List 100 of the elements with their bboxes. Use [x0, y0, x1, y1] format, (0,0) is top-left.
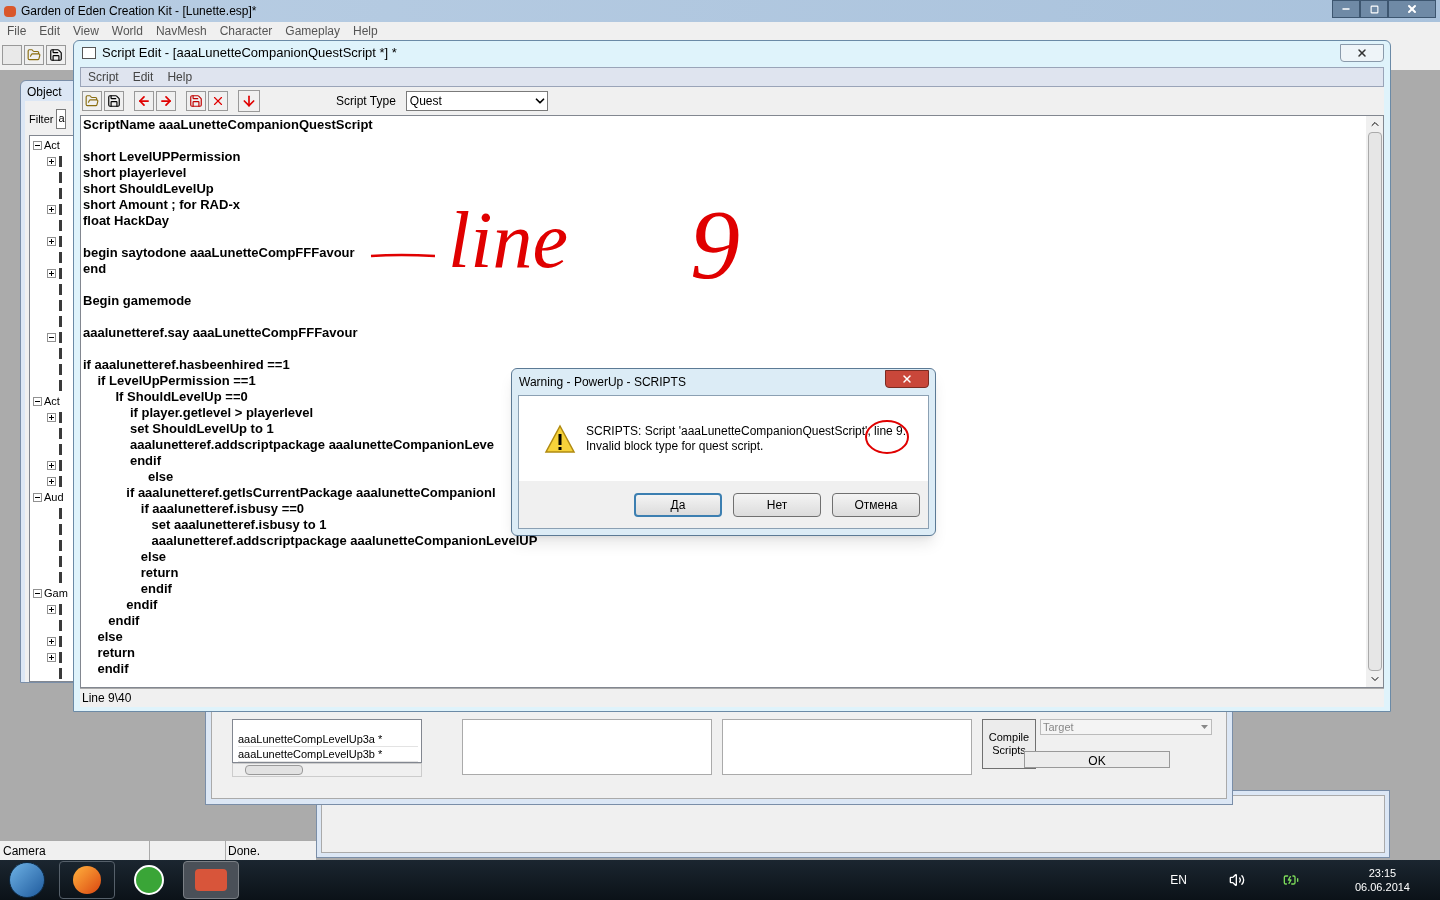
- scroll-thumb[interactable]: [245, 765, 303, 775]
- menu-item[interactable]: Help: [353, 22, 378, 40]
- clock-time[interactable]: 23:15: [1368, 866, 1397, 880]
- expand-icon[interactable]: [47, 460, 56, 470]
- dropdown-arrow-icon: [1201, 725, 1208, 729]
- warning-icon: [544, 423, 576, 454]
- tree-toggle[interactable]: [33, 140, 42, 150]
- delete-icon[interactable]: [208, 91, 228, 111]
- collapse-icon[interactable]: [47, 332, 56, 342]
- save-icon[interactable]: [104, 91, 124, 111]
- code-editor[interactable]: [80, 115, 1384, 688]
- menu-item[interactable]: View: [73, 22, 99, 40]
- close-icon: [1356, 47, 1368, 59]
- dialog-button[interactable]: Отмена: [832, 492, 920, 517]
- expand-icon[interactable]: [47, 652, 56, 662]
- compile-scripts-button[interactable]: Compile Scripts: [982, 719, 1036, 769]
- code-line: float HackDay: [83, 213, 169, 229]
- ok-button[interactable]: OK: [1024, 751, 1170, 768]
- menu-item[interactable]: Edit: [39, 22, 61, 40]
- list-item[interactable]: aaaLunetteCompLevelUp3a *: [238, 732, 418, 747]
- code-line: if aaalunetteref.isbusy ==0: [139, 501, 305, 517]
- code-line: set ShouldLevelUp to 1: [128, 421, 274, 437]
- menu-item[interactable]: NavMesh: [155, 22, 207, 40]
- code-line: else: [147, 469, 174, 485]
- code-line: begin saytodone aaaLunetteCompFFFavour: [83, 245, 355, 261]
- code-line: if player.getlevel > playerlevel: [128, 405, 314, 421]
- battery-icon[interactable]: [1282, 872, 1299, 888]
- script-window-icon: [82, 47, 96, 59]
- code-line: if aaalunetteref.getIsCurrentPackage aaalunetteCompanionl: [125, 485, 496, 501]
- scrollbar[interactable]: [1366, 116, 1383, 687]
- code-line: short LevelUPPermission: [83, 149, 241, 165]
- close-button[interactable]: [1388, 0, 1436, 18]
- open-folder-icon[interactable]: [82, 91, 102, 111]
- speaker-icon[interactable]: [1228, 872, 1245, 888]
- handwritten-note: line: [448, 195, 568, 286]
- leader-line: [370, 253, 436, 259]
- dialog-title: Warning - PowerUp - SCRIPTS: [519, 374, 686, 391]
- code-line: aaalunetteref.addscriptpackage aaalunetteCompanionLeve: [128, 437, 495, 453]
- expand-icon[interactable]: [47, 604, 56, 614]
- clock-date[interactable]: 06.06.2014: [1354, 880, 1410, 894]
- expand-icon[interactable]: [47, 204, 56, 214]
- language-indicator[interactable]: EN: [1170, 871, 1187, 889]
- code-line: short playerlevel: [83, 165, 187, 181]
- code-line: return: [96, 645, 135, 661]
- horizontal-scrollbar[interactable]: [232, 763, 422, 777]
- code-line: else: [96, 629, 123, 645]
- expand-icon[interactable]: [47, 268, 56, 278]
- tree-toggle[interactable]: [33, 396, 42, 406]
- expand-icon[interactable]: [47, 476, 56, 486]
- browser-taskbar-icon[interactable]: [59, 861, 115, 899]
- filter-field[interactable]: a: [56, 109, 67, 129]
- code-line: if LevelUpPermission ==1: [96, 373, 256, 389]
- menu-item[interactable]: Character: [219, 22, 273, 40]
- menu-item[interactable]: Help: [167, 68, 193, 86]
- dialog-button[interactable]: Да: [634, 492, 722, 517]
- maximize-button[interactable]: [1360, 0, 1388, 18]
- code-line: else: [139, 549, 167, 565]
- start-button[interactable]: [9, 862, 45, 898]
- code-line: If ShouldLevelUp ==0: [114, 389, 248, 405]
- dialog-button[interactable]: Нет: [733, 492, 821, 517]
- save-icon[interactable]: [46, 45, 66, 65]
- dialog-message: Invalid block type for quest script.: [586, 438, 765, 454]
- menu-item[interactable]: File: [7, 22, 27, 40]
- tree-item[interactable]: Gam: [44, 587, 68, 599]
- code-line: endif: [107, 613, 140, 629]
- code-line: endif: [139, 581, 172, 597]
- list-item[interactable]: aaaLunetteCompLevelUp3b *: [238, 747, 418, 762]
- tree-item[interactable]: Aud: [44, 491, 64, 503]
- code-line: aaalunetteref.addscriptpackage aaalunetteCompanionLevelUP: [150, 533, 538, 549]
- close-button[interactable]: [1340, 44, 1384, 62]
- script-list[interactable]: aaaLunetteCompLevelUp3a * aaaLunetteCompLevelUp3b *: [232, 719, 422, 763]
- code-line: endif: [96, 661, 129, 677]
- code-line: if aaalunetteref.hasbeenhired ==1: [83, 357, 290, 373]
- expand-icon[interactable]: [47, 236, 56, 246]
- filter-label: Filter: [29, 111, 54, 127]
- script-field[interactable]: [462, 719, 712, 775]
- handwritten-note: 9: [690, 190, 740, 300]
- menu-item[interactable]: Script: [88, 68, 119, 86]
- tree-item[interactable]: Act: [44, 139, 60, 151]
- tree-item[interactable]: Act: [44, 395, 60, 407]
- tree-toggle[interactable]: [33, 492, 42, 502]
- code-line: endif: [128, 453, 161, 469]
- script-type-label: Script Type: [336, 93, 396, 110]
- expand-icon[interactable]: [47, 412, 56, 422]
- script-type-dropdown[interactable]: Quest: [405, 91, 548, 111]
- scroll-thumb[interactable]: [1367, 132, 1382, 671]
- script-field[interactable]: [722, 719, 972, 775]
- menu-item[interactable]: Edit: [132, 68, 154, 86]
- minimize-button[interactable]: [1332, 0, 1360, 18]
- menu-item[interactable]: World: [111, 22, 143, 40]
- window-title: Script Edit - [aaaLunetteCompanionQuestScript *] *: [102, 44, 397, 63]
- tree-toggle[interactable]: [33, 588, 42, 598]
- menu-item[interactable]: Gameplay: [285, 22, 341, 40]
- code-line: short ShouldLevelUp: [83, 181, 214, 197]
- close-button[interactable]: [885, 370, 929, 388]
- status-text: Line 9\40: [81, 690, 133, 707]
- app-icon: [4, 5, 16, 17]
- expand-icon[interactable]: [47, 156, 56, 166]
- open-folder-icon[interactable]: [24, 45, 44, 65]
- expand-icon[interactable]: [47, 636, 56, 646]
